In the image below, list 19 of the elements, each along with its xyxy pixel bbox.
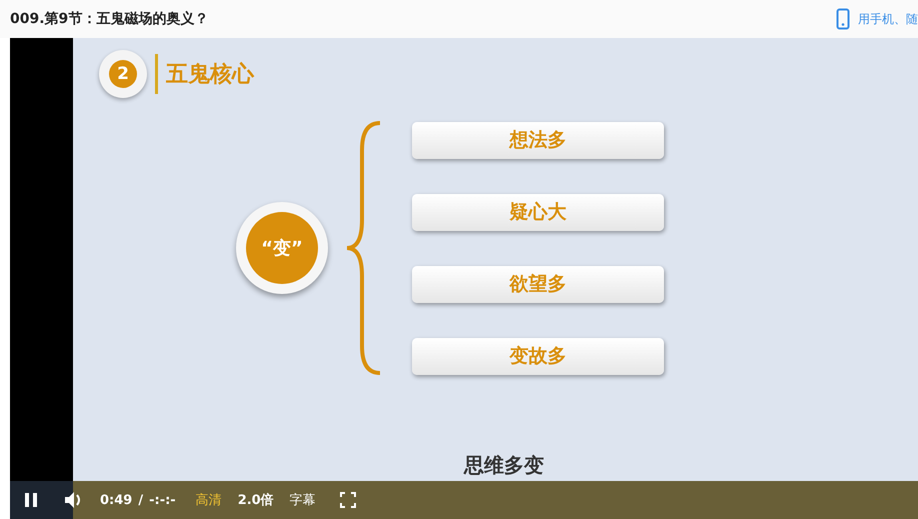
- point-card: 欲望多: [412, 266, 664, 302]
- pause-button[interactable]: [24, 492, 38, 508]
- quality-button[interactable]: 高清: [196, 491, 222, 509]
- lesson-title: 009.第9节：五鬼磁场的奥义？: [10, 10, 208, 28]
- number-badge: 2: [99, 50, 147, 98]
- point-card: 想法多: [412, 122, 664, 158]
- center-circle: “变”: [236, 202, 328, 294]
- current-time: 0:49: [100, 492, 132, 508]
- section-title: 五鬼核心: [166, 60, 254, 89]
- mobile-link[interactable]: 用手机、随: [858, 10, 918, 28]
- duration: -:-:-: [149, 492, 176, 508]
- phone-icon[interactable]: [836, 8, 850, 30]
- time-separator: /: [138, 492, 144, 508]
- point-card: 变故多: [412, 338, 664, 374]
- speed-button[interactable]: 2.0倍: [238, 491, 274, 509]
- fullscreen-button[interactable]: [340, 492, 356, 508]
- point-card: 疑心大: [412, 194, 664, 230]
- subtitle: 思维多变: [462, 452, 545, 479]
- captions-button[interactable]: 字幕: [290, 491, 316, 509]
